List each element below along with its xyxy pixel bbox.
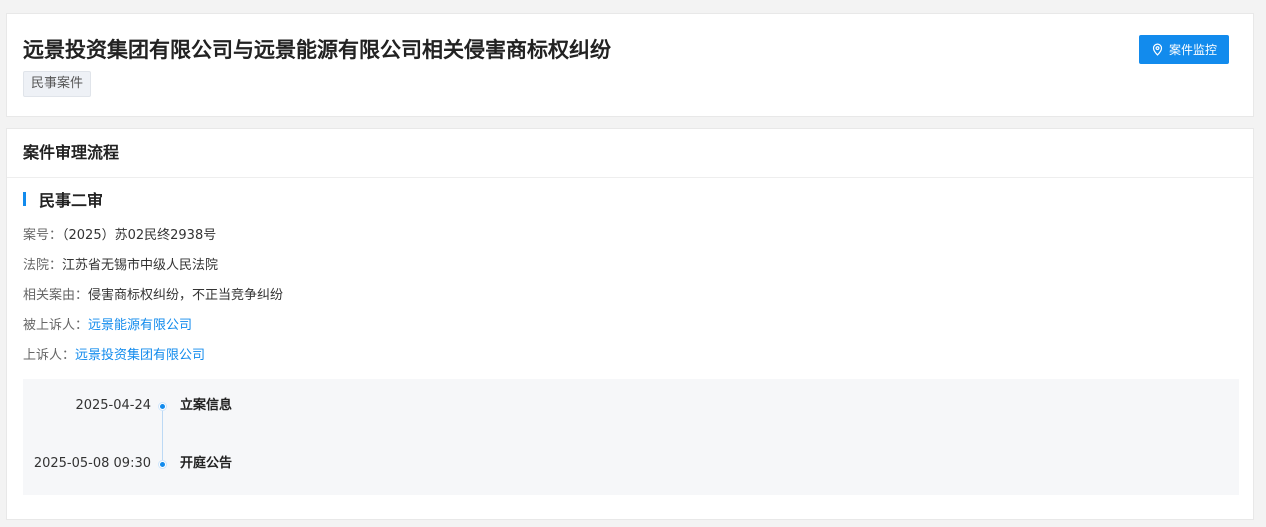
timeline-item: 2025-04-24 立案信息 xyxy=(23,397,1239,415)
appellant-row: 上诉人：远景投资集团有限公司 xyxy=(23,344,205,363)
section-title: 案件审理流程 xyxy=(7,129,1253,178)
case-process-card: 案件审理流程 民事二审 案号：（2025）苏02民终2938号 法院：江苏省无锡… xyxy=(6,128,1254,520)
appellant-label: 上诉人： xyxy=(23,348,76,363)
court-row: 法院：江苏省无锡市中级人民法院 xyxy=(23,254,218,273)
timeline-dot-icon xyxy=(159,461,166,468)
case-header-card: 远景投资集团有限公司与远景能源有限公司相关侵害商标权纠纷 民事案件 案件监控 xyxy=(6,13,1254,117)
case-timeline: 2025-04-24 立案信息 2025-05-08 09:30 开庭公告 xyxy=(23,379,1239,495)
appellee-link[interactable]: 远景能源有限公司 xyxy=(88,318,192,333)
stage-title: 民事二审 xyxy=(39,191,104,210)
timeline-event[interactable]: 开庭公告 xyxy=(180,455,232,473)
location-pin-icon xyxy=(1151,43,1164,56)
case-number-label: 案号： xyxy=(23,228,63,243)
cause-label: 相关案由： xyxy=(23,288,89,303)
timeline-dot-icon xyxy=(159,403,166,410)
case-number-value: （2025）苏02民终2938号 xyxy=(62,228,217,243)
appellee-label: 被上诉人： xyxy=(23,318,89,333)
court-label: 法院： xyxy=(23,258,63,273)
case-monitor-label: 案件监控 xyxy=(1168,43,1217,57)
court-value: 江苏省无锡市中级人民法院 xyxy=(62,258,219,273)
timeline-item: 2025-05-08 09:30 开庭公告 xyxy=(23,455,1239,473)
case-monitor-button[interactable]: 案件监控 xyxy=(1139,35,1229,64)
appellant-link[interactable]: 远景投资集团有限公司 xyxy=(75,348,205,363)
timeline-date: 2025-04-24 xyxy=(75,398,151,413)
appellee-row: 被上诉人：远景能源有限公司 xyxy=(23,314,192,333)
case-title: 远景投资集团有限公司与远景能源有限公司相关侵害商标权纠纷 xyxy=(23,38,611,62)
case-number-row: 案号：（2025）苏02民终2938号 xyxy=(23,224,216,243)
cause-row: 相关案由：侵害商标权纠纷，不正当竞争纠纷 xyxy=(23,284,283,303)
timeline-date: 2025-05-08 09:30 xyxy=(33,456,151,471)
timeline-event[interactable]: 立案信息 xyxy=(180,397,232,415)
stage-accent-bar xyxy=(23,192,26,206)
cause-value: 侵害商标权纠纷，不正当竞争纠纷 xyxy=(88,288,284,303)
case-type-tag: 民事案件 xyxy=(23,71,92,97)
stage-header: 民事二审 xyxy=(23,187,103,211)
